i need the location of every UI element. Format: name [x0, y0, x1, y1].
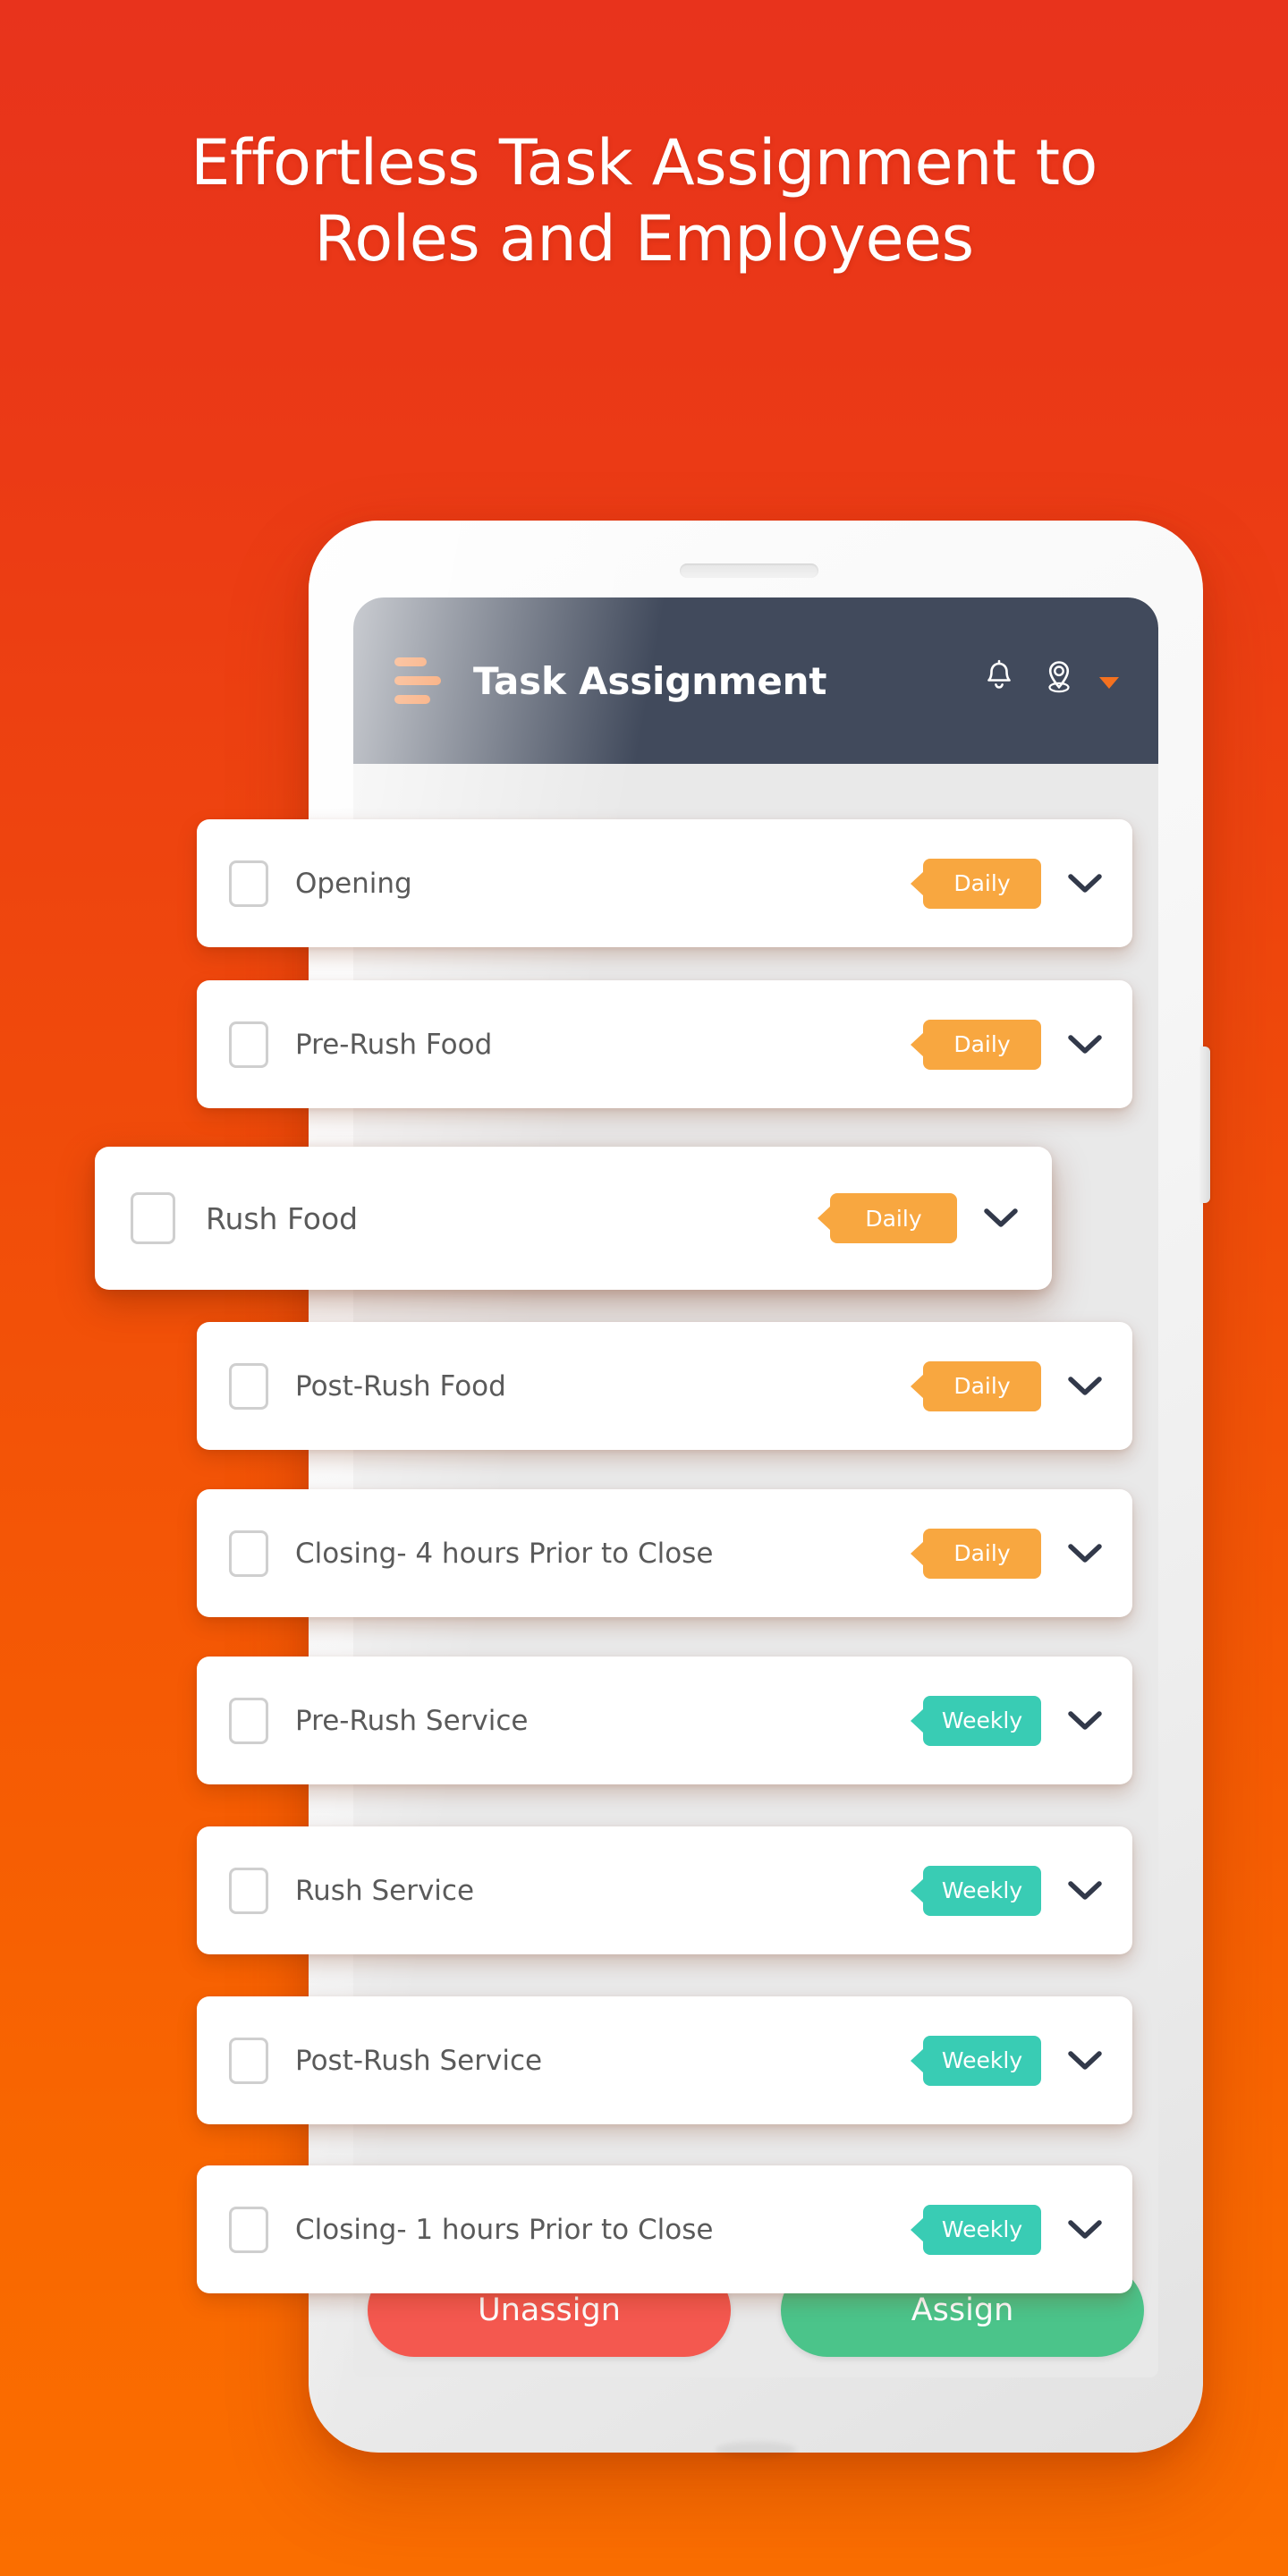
task-card[interactable]: Closing- 1 hours Prior to Close Weekly	[197, 2165, 1132, 2293]
task-label: Post-Rush Food	[295, 1369, 506, 1402]
task-frequency-badge: Weekly	[923, 2035, 1041, 2086]
task-card[interactable]: Post-Rush Service Weekly	[197, 1996, 1132, 2124]
task-checkbox[interactable]	[131, 1192, 175, 1244]
chevron-down-icon[interactable]	[1064, 1375, 1106, 1398]
task-card[interactable]: Rush Service Weekly	[197, 1826, 1132, 1954]
app-bar-title: Task Assignment	[473, 658, 827, 703]
task-frequency-label: Daily	[953, 1540, 1011, 1566]
chevron-down-icon[interactable]	[1064, 2218, 1106, 2241]
task-frequency-badge: Weekly	[923, 2204, 1041, 2255]
task-frequency-badge: Daily	[923, 1019, 1041, 1070]
task-frequency-label: Weekly	[941, 2047, 1023, 2073]
page-title-line-1: Effortless Task Assignment to	[191, 126, 1097, 199]
task-card[interactable]: Opening Daily	[197, 819, 1132, 947]
task-frequency-badge: Weekly	[923, 1865, 1041, 1916]
task-label: Pre-Rush Service	[295, 1704, 529, 1737]
task-card[interactable]: Post-Rush Food Daily	[197, 1322, 1132, 1450]
phone-speaker	[680, 564, 818, 578]
chevron-down-icon[interactable]	[1064, 1709, 1106, 1733]
task-checkbox[interactable]	[229, 2206, 268, 2253]
task-frequency-badge: Daily	[923, 1528, 1041, 1579]
task-frequency-label: Daily	[953, 1031, 1011, 1057]
task-label: Rush Service	[295, 1874, 475, 1907]
task-checkbox[interactable]	[229, 2037, 268, 2084]
task-frequency-label: Weekly	[941, 1707, 1023, 1733]
phone-mockup: Task Assignment Unassign Assign	[309, 521, 1210, 2458]
app-bar-actions	[981, 658, 1119, 703]
phone-bottom-dent	[716, 2442, 796, 2458]
task-checkbox[interactable]	[229, 860, 268, 907]
phone-power-button[interactable]	[1200, 1046, 1210, 1203]
task-card[interactable]: Closing- 4 hours Prior to Close Daily	[197, 1489, 1132, 1617]
task-label: Rush Food	[206, 1200, 359, 1236]
task-label: Opening	[295, 867, 412, 900]
chevron-down-icon[interactable]	[1064, 1542, 1106, 1565]
task-frequency-badge: Daily	[830, 1193, 957, 1243]
app-bar: Task Assignment	[353, 597, 1158, 764]
task-frequency-label: Daily	[953, 870, 1011, 896]
page-title-line-2: Roles and Employees	[314, 202, 974, 276]
page-title: Effortless Task Assignment to Roles and …	[0, 125, 1288, 278]
task-label: Closing- 4 hours Prior to Close	[295, 1537, 714, 1570]
task-label: Closing- 1 hours Prior to Close	[295, 2213, 714, 2246]
bell-icon[interactable]	[981, 659, 1017, 702]
chevron-down-icon[interactable]	[1064, 1033, 1106, 1056]
task-frequency-badge: Daily	[923, 858, 1041, 909]
task-label: Post-Rush Service	[295, 2044, 543, 2077]
chevron-down-icon[interactable]	[1064, 872, 1106, 895]
task-card[interactable]: Pre-Rush Service Weekly	[197, 1657, 1132, 1784]
task-frequency-badge: Daily	[923, 1360, 1041, 1411]
task-frequency-label: Daily	[953, 1373, 1011, 1399]
task-frequency-label: Weekly	[941, 2216, 1023, 2242]
task-frequency-badge: Weekly	[923, 1695, 1041, 1746]
chevron-down-icon[interactable]	[1064, 2049, 1106, 2072]
chevron-down-icon[interactable]	[1064, 1879, 1106, 1902]
chevron-down-icon[interactable]	[980, 1207, 1021, 1230]
task-checkbox[interactable]	[229, 1697, 268, 1744]
hamburger-icon[interactable]	[394, 657, 441, 704]
task-frequency-label: Daily	[865, 1205, 922, 1232]
task-checkbox[interactable]	[229, 1867, 268, 1914]
task-checkbox[interactable]	[229, 1021, 268, 1068]
task-checkbox[interactable]	[229, 1530, 268, 1577]
task-checkbox[interactable]	[229, 1362, 268, 1410]
task-card[interactable]: Rush Food Daily	[95, 1147, 1052, 1290]
task-label: Pre-Rush Food	[295, 1028, 493, 1061]
caret-down-icon[interactable]	[1099, 676, 1119, 689]
location-pin-icon[interactable]	[1040, 658, 1078, 703]
task-frequency-label: Weekly	[941, 1877, 1023, 1903]
task-card[interactable]: Pre-Rush Food Daily	[197, 980, 1132, 1108]
